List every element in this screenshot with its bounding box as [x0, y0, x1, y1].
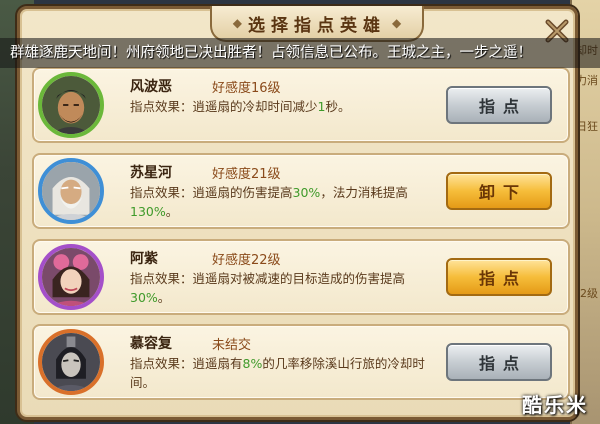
effect-label: 指点效果： — [130, 185, 193, 200]
mentor-button[interactable]: 指点 — [446, 86, 552, 124]
hero-card: 苏星河 好感度21级 指点效果：逍遥扇的伤害提高30%，法力消耗提高130%。 … — [32, 153, 570, 229]
effect-highlight: 30% — [130, 290, 158, 305]
hero-effect: 指点效果：逍遥扇的伤害提高30%，法力消耗提高 130%。 — [130, 183, 430, 221]
hero-name: 慕容复 — [130, 336, 172, 352]
hero-portrait — [38, 72, 104, 138]
dialog-title-plaque: ◆ 选择指点英雄 ◆ — [210, 6, 424, 42]
effect-label: 指点效果： — [130, 271, 193, 286]
elder-portrait-icon — [42, 162, 100, 220]
mentor-button[interactable]: 指点 — [446, 343, 552, 381]
hero-name: 阿紫 — [130, 251, 158, 267]
hero-portrait — [38, 244, 104, 310]
announcement-banner: 群雄逐鹿天地间！州府领地已决出胜者！占领信息已公布。王城之主，一步之遥！ — [0, 38, 600, 68]
hero-effect: 指点效果：逍遥扇对被减速的目标造成的伤害提高 30%。 — [130, 269, 430, 307]
warrior-portrait-icon — [42, 76, 100, 134]
hero-card: 慕容复 未结交 指点效果：逍遥扇有8%的几率移除溪山行旅的冷却时间。 指点 — [32, 324, 570, 400]
mentor-button[interactable]: 指点 — [446, 258, 552, 296]
effect-text: 逍遥扇的冷却时间减少 — [192, 99, 318, 114]
hero-effect: 指点效果：逍遥扇的冷却时间减少1秒。 — [130, 97, 430, 116]
hero-affinity: 好感度21级 — [212, 167, 281, 182]
hero-portrait — [38, 329, 104, 395]
effect-highlight: 30% — [292, 185, 321, 200]
noble-portrait-icon — [42, 333, 100, 391]
dialog-title: 选择指点英雄 — [248, 15, 386, 36]
effect-highlight: 130% — [130, 204, 166, 219]
effect-text: 。 — [165, 204, 179, 219]
background-text-fragment: 日狂 — [576, 120, 598, 133]
effect-text: 逍遥扇的伤害提高 — [192, 185, 293, 200]
title-ornament-icon: ◆ — [392, 16, 402, 30]
hero-affinity: 未结交 — [212, 338, 252, 353]
hero-affinity: 好感度22级 — [212, 253, 281, 268]
site-watermark: 酷乐米 — [522, 393, 588, 417]
effect-text: 逍遥扇对被减速的目标造成的伤害提高 — [192, 271, 406, 286]
hero-portrait — [38, 158, 104, 224]
effect-label: 指点效果： — [130, 99, 193, 114]
hero-name: 风波恶 — [130, 79, 172, 95]
hero-card: 风波恶 好感度16级 指点效果：逍遥扇的冷却时间减少1秒。 指点 — [32, 67, 570, 143]
unequip-button[interactable]: 卸下 — [446, 172, 552, 210]
effect-label: 指点效果： — [130, 356, 193, 371]
title-ornament-icon: ◆ — [232, 16, 242, 30]
effect-text: 。 — [157, 290, 171, 305]
maiden-portrait-icon — [42, 248, 100, 306]
hero-name: 苏星河 — [130, 165, 172, 181]
hero-card: 阿紫 好感度22级 指点效果：逍遥扇对被减速的目标造成的伤害提高 30%。 指点 — [32, 239, 570, 315]
effect-text: 秒。 — [325, 99, 351, 114]
hero-affinity: 好感度16级 — [212, 81, 281, 96]
hero-effect: 指点效果：逍遥扇有8%的几率移除溪山行旅的冷却时间。 — [130, 354, 430, 392]
background-text-fragment: 力消 — [576, 74, 598, 87]
effect-text: ，法力消耗提高 — [320, 185, 408, 200]
effect-text: 逍遥扇有 — [192, 356, 243, 371]
effect-highlight: 8% — [242, 356, 263, 371]
